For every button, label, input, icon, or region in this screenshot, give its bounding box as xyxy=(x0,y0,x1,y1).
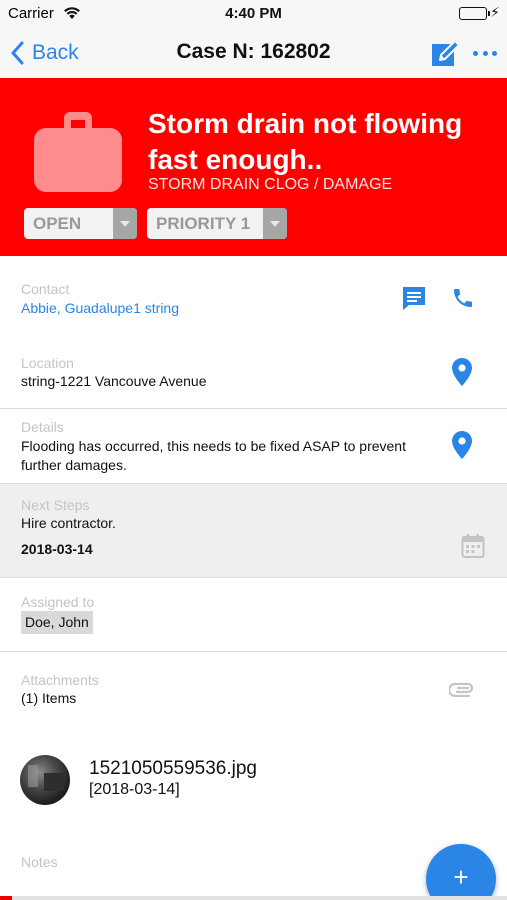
attachment-thumbnail[interactable] xyxy=(20,755,70,805)
location-label: Location xyxy=(21,355,74,371)
details-text-line2: further damages. xyxy=(21,457,127,473)
attachment-filename[interactable]: 1521050559536.jpg xyxy=(89,758,257,780)
location-value: string-1221 Vancouve Avenue xyxy=(21,373,207,389)
attachment-date: [2018-03-14] xyxy=(89,781,180,798)
message-icon[interactable] xyxy=(401,285,427,316)
divider xyxy=(0,651,507,652)
details-label: Details xyxy=(21,419,64,435)
case-category: STORM DRAIN CLOG / DAMAGE xyxy=(148,176,393,193)
chevron-left-icon xyxy=(11,41,24,65)
status-value: OPEN xyxy=(33,214,82,233)
back-button[interactable]: Back xyxy=(10,38,79,68)
next-steps-label: Next Steps xyxy=(21,497,90,513)
map-pin-icon[interactable] xyxy=(452,431,472,464)
chevron-down-icon xyxy=(113,208,137,239)
bottom-border xyxy=(0,896,507,900)
charging-icon: ⚡ xyxy=(490,4,500,20)
clock: 4:40 PM xyxy=(225,5,282,22)
assigned-label: Assigned to xyxy=(21,594,95,610)
navigation-bar: Back Case N: 162802 xyxy=(0,28,507,78)
briefcase-icon xyxy=(34,108,122,199)
edit-icon[interactable] xyxy=(430,38,462,70)
next-steps-date: 2018-03-14 xyxy=(21,541,93,557)
case-title: Storm drain not flowing fast enough.. xyxy=(148,108,463,175)
status-bar: Carrier 4:40 PM ⚡ xyxy=(0,0,507,28)
attachments-label: Attachments xyxy=(21,672,99,688)
back-label: Back xyxy=(32,41,79,64)
map-pin-icon[interactable] xyxy=(452,358,472,391)
details-text-line1: Flooding has occurred, this needs to be … xyxy=(21,438,406,454)
case-header: Storm drain not flowing fast enough.. ST… xyxy=(0,78,507,256)
assignee-chip[interactable]: Doe, John xyxy=(21,611,93,634)
paperclip-icon[interactable] xyxy=(447,679,475,702)
status-dropdown[interactable]: OPEN xyxy=(24,208,137,239)
chevron-down-icon xyxy=(263,208,287,239)
next-steps-value: Hire contractor. xyxy=(21,515,116,531)
divider xyxy=(0,577,507,578)
contact-name-link[interactable]: Abbie, Guadalupe1 string xyxy=(21,300,179,316)
priority-value: PRIORITY 1 xyxy=(156,214,251,233)
priority-dropdown[interactable]: PRIORITY 1 xyxy=(147,208,287,239)
add-button[interactable]: + xyxy=(426,844,496,900)
more-icon[interactable] xyxy=(470,40,500,66)
battery-icon xyxy=(459,7,490,20)
contact-label: Contact xyxy=(21,281,70,297)
calendar-icon[interactable] xyxy=(461,533,485,564)
divider xyxy=(0,408,507,409)
attachments-count: (1) Items xyxy=(21,690,77,706)
phone-icon[interactable] xyxy=(451,286,475,315)
notes-label: Notes xyxy=(21,854,58,870)
